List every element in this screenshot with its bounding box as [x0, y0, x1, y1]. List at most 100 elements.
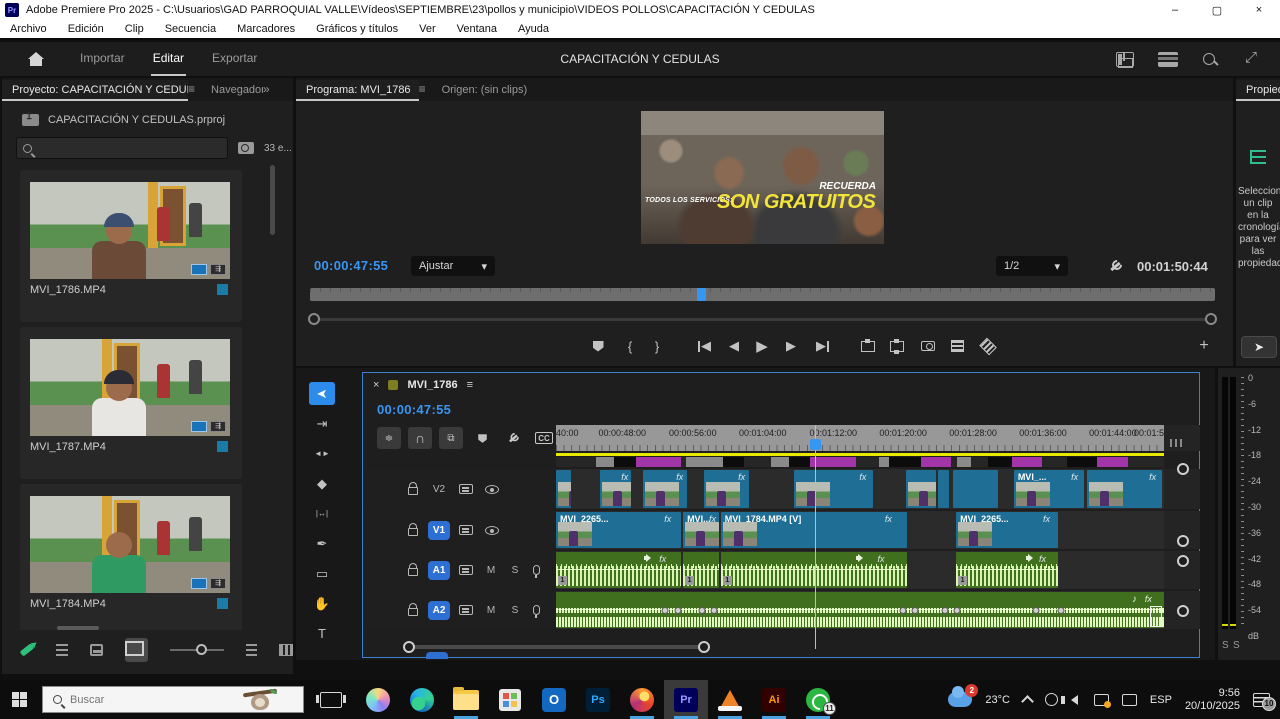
graphic-clip-segment[interactable]	[879, 457, 889, 467]
input-indicator-icon[interactable]	[1094, 694, 1109, 706]
lift-button[interactable]	[856, 335, 880, 357]
menu-secuencia[interactable]: Secuencia	[165, 23, 216, 35]
menu-ver[interactable]: Ver	[419, 23, 436, 35]
video-clip[interactable]: fx	[643, 470, 687, 508]
mark-in-button[interactable]: {	[618, 335, 642, 357]
start-button[interactable]	[0, 680, 38, 719]
temperature-label[interactable]: 23°C	[985, 694, 1010, 706]
track-a2-label[interactable]: A2	[428, 601, 450, 620]
audio-clip[interactable]: fx1	[721, 552, 907, 588]
track-v1-content[interactable]: MVI_2265...fxMVI...fxMVI_1784.MP4 [V]fxM…	[556, 511, 1164, 549]
program-scrubber[interactable]	[310, 288, 1215, 301]
tab-media-browser[interactable]: Navegador	[201, 80, 263, 101]
comparison-view-button[interactable]	[976, 335, 1000, 357]
track-a3-partial[interactable]	[426, 652, 448, 659]
close-sequence-icon[interactable]: ×	[373, 379, 379, 391]
taskbar-app-vlc[interactable]	[708, 680, 752, 719]
track-a1-label[interactable]: A1	[428, 561, 450, 580]
video-clip[interactable]: fx	[794, 470, 873, 508]
toggle-visibility-icon[interactable]	[485, 526, 499, 535]
taskbar-app-firefox[interactable]	[620, 680, 664, 719]
selection-tool[interactable]: ➤	[309, 382, 335, 405]
track-v2-label[interactable]: V2	[428, 484, 450, 495]
track-v3-collapsed[interactable]	[556, 457, 1164, 467]
taskbar-clock[interactable]: 9:56 20/10/2025	[1185, 687, 1240, 713]
taskbar-app-premiere[interactable]: Pr	[664, 680, 708, 719]
home-icon[interactable]	[28, 52, 44, 66]
taskbar-search-input[interactable]	[70, 694, 200, 706]
toggle-visibility-icon[interactable]	[485, 485, 499, 494]
volume-keyframe[interactable]	[662, 607, 669, 614]
graphic-clip-segment[interactable]	[614, 457, 636, 467]
timeline-settings-icon[interactable]: ≑	[377, 427, 401, 449]
video-clip[interactable]	[938, 470, 949, 508]
zoom-handle-left[interactable]	[308, 313, 320, 325]
video-clip[interactable]: MVI_1784.MP4 [V]fx	[721, 512, 907, 548]
share-icon[interactable]	[1116, 52, 1134, 67]
fit-dropdown[interactable]: Ajustar ▾	[411, 256, 495, 276]
zoom-handle-right[interactable]	[1205, 313, 1217, 325]
taskbar-app-edge[interactable]	[400, 680, 444, 719]
volume-rubber-band[interactable]	[683, 569, 719, 570]
menu-archivo[interactable]: Archivo	[10, 23, 47, 35]
video-clip[interactable]: MVI_2265...fx	[956, 512, 1058, 548]
volume-keyframe[interactable]	[711, 607, 718, 614]
taskbar-app-file-explorer[interactable]	[444, 680, 488, 719]
type-tool[interactable]: T	[309, 622, 335, 645]
workspace-tab-importar[interactable]: Importar	[78, 42, 127, 76]
video-preview[interactable]: TODOS LOS SERVICIOS: RECUERDA SON GRATUI…	[641, 111, 884, 244]
graphic-clip-segment[interactable]	[1097, 457, 1127, 467]
tray-expand-icon[interactable]	[1021, 695, 1034, 708]
source-patch-icon[interactable]	[459, 484, 473, 494]
search-box[interactable]	[16, 137, 228, 159]
filmstrip-icon[interactable]	[279, 644, 293, 656]
vscroll-knob[interactable]	[1177, 555, 1189, 567]
taskbar-app-microsoft-store[interactable]	[488, 680, 532, 719]
search-input[interactable]	[32, 142, 202, 154]
menu-graficos-y-titulos[interactable]: Gráficos y títulos	[316, 23, 398, 35]
track-a2-content[interactable]: ♪fx	[556, 591, 1164, 629]
volume-keyframe[interactable]	[954, 607, 961, 614]
lock-icon[interactable]	[408, 487, 418, 495]
mute-button[interactable]: M	[485, 605, 497, 616]
volume-keyframe[interactable]	[698, 607, 705, 614]
bin-up-icon[interactable]	[22, 114, 39, 126]
audio-clip[interactable]: fx1	[956, 552, 1058, 588]
task-view-icon[interactable]	[320, 692, 342, 708]
volume-rubber-band[interactable]	[556, 609, 1164, 610]
solo-button[interactable]: S	[509, 565, 521, 576]
weather-icon[interactable]: 2	[948, 692, 972, 707]
close-button[interactable]: ×	[1238, 0, 1280, 20]
source-patch-icon[interactable]	[459, 525, 473, 535]
language-indicator[interactable]: ESP	[1150, 694, 1172, 706]
track-a1-content[interactable]: fx11fx1fx1	[556, 551, 1164, 589]
rectangle-tool[interactable]: ▭	[309, 562, 335, 585]
list-view-icon[interactable]	[56, 644, 68, 656]
graphic-clip-segment[interactable]	[1012, 457, 1042, 467]
track-v1-label[interactable]: V1	[428, 521, 450, 540]
settings-wrench-icon[interactable]	[1108, 259, 1122, 273]
tab-program[interactable]: Programa: MVI_1786	[296, 80, 419, 101]
notification-center-icon[interactable]: 10	[1253, 693, 1270, 707]
hand-tool[interactable]: ✋	[309, 592, 335, 615]
track-v2-content[interactable]: fxfxfxfxMVI_...fxfx	[556, 469, 1164, 509]
graphic-clip-segment[interactable]	[596, 457, 614, 467]
add-marker-button[interactable]	[586, 335, 610, 357]
voiceover-mic-icon[interactable]	[533, 605, 540, 615]
tab-source[interactable]: Origen: (sin clips)	[432, 80, 536, 101]
more-tabs-icon[interactable]: »	[263, 78, 276, 101]
vscroll-knob[interactable]	[1177, 463, 1189, 475]
volume-keyframe[interactable]	[1057, 607, 1064, 614]
timeline-hscrollbar[interactable]	[409, 645, 705, 649]
timeline-ruler[interactable]: 40:0000:00:48:0000:00:56:0000:01:04:0000…	[556, 425, 1164, 451]
graphic-clip-segment[interactable]	[636, 457, 681, 467]
taskbar-app-outlook[interactable]: O	[532, 680, 576, 719]
hscroll-handle-right[interactable]	[698, 641, 710, 653]
video-clip[interactable]: MVI...fx	[683, 512, 719, 548]
bin-vscrollbar[interactable]	[270, 165, 275, 235]
panel-menu-icon[interactable]: ≡	[188, 78, 201, 101]
program-menu-icon[interactable]: ≡	[419, 78, 432, 101]
sequence-tab-label[interactable]: MVI_1786	[407, 379, 457, 391]
step-back-button[interactable]: ◀	[722, 335, 746, 357]
workspace-tab-exportar[interactable]: Exportar	[210, 42, 259, 76]
